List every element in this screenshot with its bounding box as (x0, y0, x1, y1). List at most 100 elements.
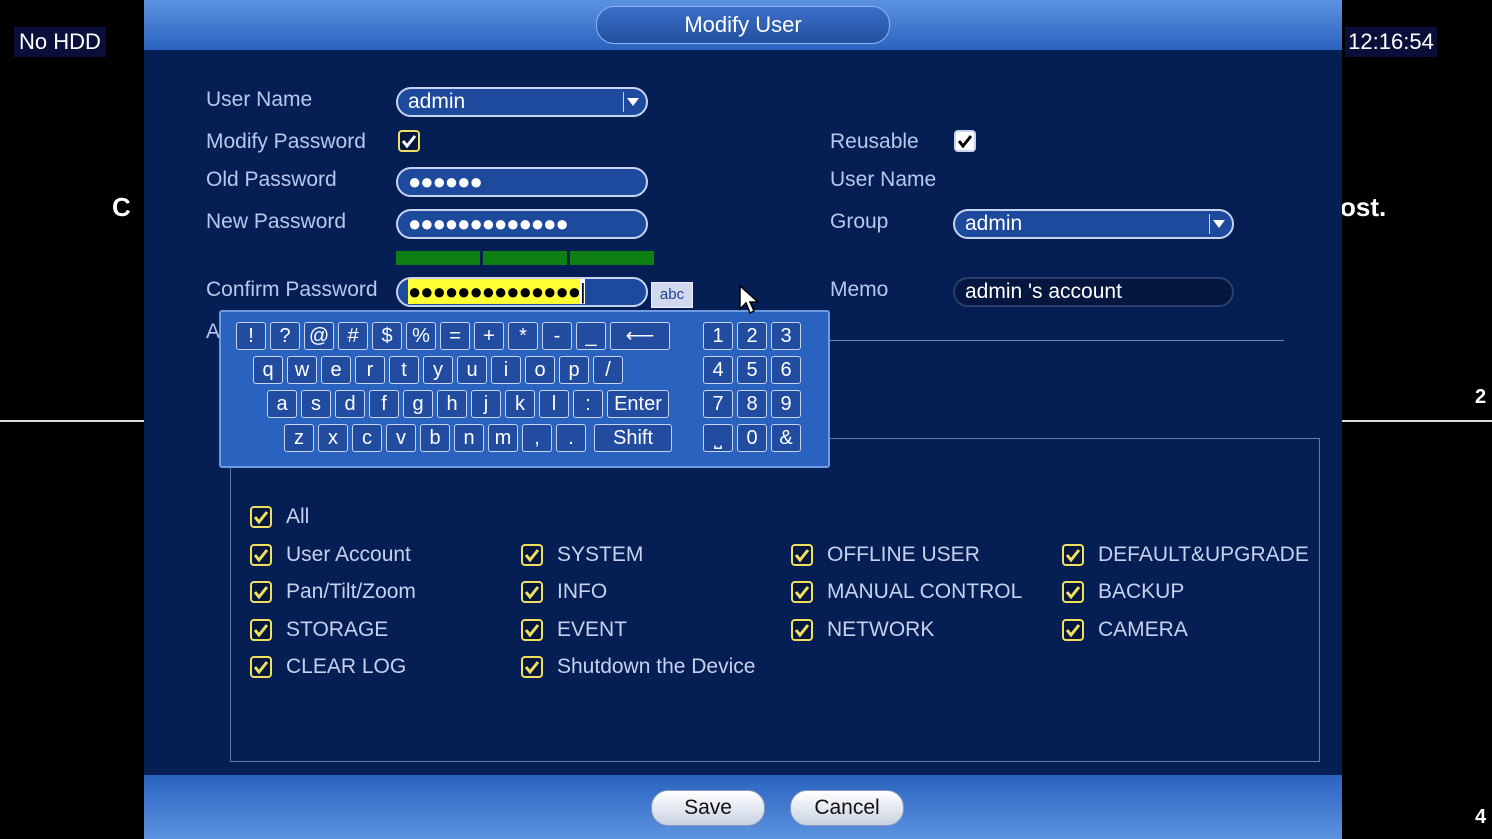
numpad-key[interactable]: 4 (703, 356, 733, 384)
auth-all-checkbox[interactable] (250, 506, 272, 528)
numpad-key[interactable]: 1 (703, 322, 733, 350)
auth-label: STORAGE (286, 618, 389, 641)
auth-label: CLEAR LOG (286, 655, 407, 678)
keyboard-key[interactable]: - (542, 322, 572, 350)
auth-checkbox[interactable] (250, 581, 272, 603)
keyboard-key[interactable]: $ (372, 322, 402, 350)
keyboard-key[interactable]: p (559, 356, 589, 384)
keyboard-key[interactable]: s (301, 390, 331, 418)
auth-checkbox[interactable] (791, 544, 813, 566)
auth-checkbox[interactable] (250, 619, 272, 641)
auth-checkbox[interactable] (521, 656, 543, 678)
keyboard-key[interactable]: g (403, 390, 433, 418)
password-strength-segment-1 (396, 251, 480, 265)
confirm-password-field[interactable]: ●●●●●●●●●●●●●●| (396, 277, 648, 307)
confirm-password-value: ●●●●●●●●●●●●●● (408, 279, 581, 304)
keyboard-key[interactable]: q (253, 356, 283, 384)
numpad-key[interactable]: ⎵ (703, 424, 733, 452)
keyboard-key[interactable]: ! (236, 322, 266, 350)
keyboard-key[interactable]: / (593, 356, 623, 384)
keyboard-key[interactable]: x (318, 424, 348, 452)
keyboard-key[interactable]: : (573, 390, 603, 418)
auth-label: MANUAL CONTROL (827, 580, 1023, 603)
keyboard-key[interactable]: . (556, 424, 586, 452)
enter-key[interactable]: Enter (607, 390, 669, 418)
checkmark-icon (524, 661, 540, 675)
numpad-key[interactable]: & (771, 424, 801, 452)
shift-key[interactable]: Shift (594, 424, 672, 452)
auth-all-label: All (286, 505, 310, 528)
keyboard-key[interactable]: j (471, 390, 501, 418)
cancel-button[interactable]: Cancel (790, 790, 904, 826)
numpad-key[interactable]: 6 (771, 356, 801, 384)
auth-label: EVENT (557, 618, 628, 641)
numpad-key[interactable]: 3 (771, 322, 801, 350)
keyboard-key[interactable]: t (389, 356, 419, 384)
keyboard-key[interactable]: = (440, 322, 470, 350)
memo-field[interactable]: admin 's account (953, 277, 1234, 307)
onscreen-keyboard: !? @ # $% = + * - _ ⟵ q w e r t y u i o p / a s d f g h j k l: Enter z x… (219, 310, 830, 468)
background-text-right: ost. (1340, 192, 1387, 222)
auth-checkbox[interactable] (1062, 544, 1084, 566)
keyboard-key[interactable]: y (423, 356, 453, 384)
keyboard-key[interactable]: @ (304, 322, 334, 350)
auth-label: SYSTEM (557, 543, 644, 566)
old-password-field[interactable]: ●●●●●● (396, 167, 648, 197)
keyboard-key[interactable]: a (267, 390, 297, 418)
numpad-key[interactable]: 7 (703, 390, 733, 418)
keyboard-key[interactable]: _ (576, 322, 606, 350)
keyboard-key[interactable]: d (335, 390, 365, 418)
keyboard-key[interactable]: c (352, 424, 382, 452)
channel-number-4: 4 (1475, 806, 1487, 828)
user-name-select[interactable]: admin (396, 87, 648, 117)
checkmark-icon (524, 549, 540, 563)
keyboard-key[interactable]: f (369, 390, 399, 418)
chevron-down-icon[interactable] (623, 92, 642, 112)
group-select[interactable]: admin (953, 209, 1234, 239)
keyboard-key[interactable]: , (522, 424, 552, 452)
keyboard-key[interactable]: n (454, 424, 484, 452)
auth-checkbox[interactable] (1062, 581, 1084, 603)
keyboard-key[interactable]: o (525, 356, 555, 384)
keyboard-key[interactable]: b (420, 424, 450, 452)
checkmark-icon (253, 661, 269, 675)
numpad-key[interactable]: 2 (737, 322, 767, 350)
keyboard-key[interactable]: e (321, 356, 351, 384)
keyboard-key[interactable]: v (386, 424, 416, 452)
numpad-key[interactable]: 0 (737, 424, 767, 452)
backspace-key[interactable]: ⟵ (610, 322, 670, 350)
new-password-field[interactable]: ●●●●●●●●●●●●● (396, 209, 648, 239)
modify-password-checkbox[interactable] (398, 130, 420, 152)
keyboard-key[interactable]: # (338, 322, 368, 350)
reusable-checkbox[interactable] (954, 130, 976, 152)
keyboard-key[interactable]: z (284, 424, 314, 452)
keyboard-key[interactable]: % (406, 322, 436, 350)
chevron-down-icon[interactable] (1209, 214, 1228, 234)
numpad-key[interactable]: 5 (737, 356, 767, 384)
auth-checkbox[interactable] (1062, 619, 1084, 641)
numpad-key[interactable]: 9 (771, 390, 801, 418)
keyboard-key[interactable]: k (505, 390, 535, 418)
auth-checkbox[interactable] (791, 581, 813, 603)
keyboard-key[interactable]: i (491, 356, 521, 384)
new-password-value: ●●●●●●●●●●●●● (408, 211, 569, 236)
auth-checkbox[interactable] (250, 544, 272, 566)
keyboard-key[interactable]: ? (270, 322, 300, 350)
keyboard-key[interactable]: w (287, 356, 317, 384)
auth-checkbox[interactable] (521, 544, 543, 566)
keyboard-key[interactable]: l (539, 390, 569, 418)
keyboard-key[interactable]: m (488, 424, 518, 452)
checkmark-icon (794, 624, 810, 638)
auth-checkbox[interactable] (521, 581, 543, 603)
auth-checkbox[interactable] (250, 656, 272, 678)
keyboard-key[interactable]: u (457, 356, 487, 384)
auth-checkbox[interactable] (521, 619, 543, 641)
keyboard-key[interactable]: h (437, 390, 467, 418)
numpad-key[interactable]: 8 (737, 390, 767, 418)
keyboard-key[interactable]: r (355, 356, 385, 384)
keyboard-key[interactable]: + (474, 322, 504, 350)
keyboard-key[interactable]: * (508, 322, 538, 350)
auth-checkbox[interactable] (791, 619, 813, 641)
save-button[interactable]: Save (651, 790, 765, 826)
input-mode-toggle[interactable]: abc (651, 282, 693, 308)
